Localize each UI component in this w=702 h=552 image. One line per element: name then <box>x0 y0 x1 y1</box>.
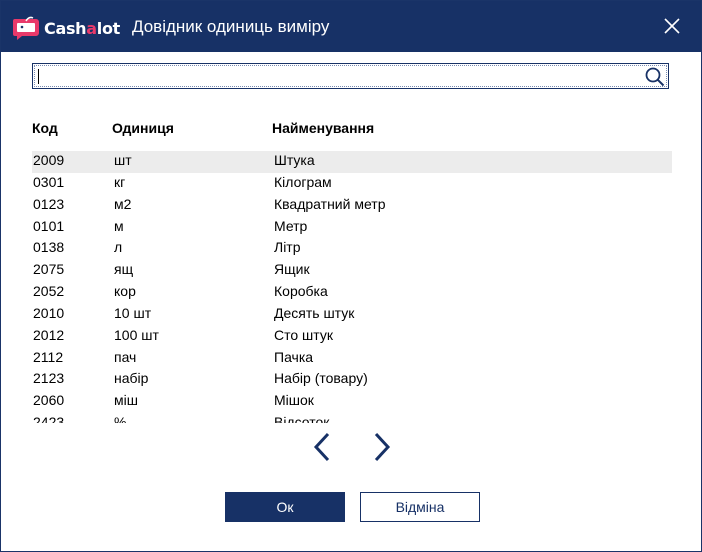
table-row[interactable]: 2075 ящ Ящик <box>32 260 672 282</box>
cell-unit: % <box>114 414 127 423</box>
table-header: Код Одиниця Найменування <box>1 120 701 138</box>
close-icon[interactable] <box>661 15 683 37</box>
table-row[interactable]: 2009 шт Штука <box>32 151 672 173</box>
cell-code: 2423 <box>33 414 65 423</box>
units-list[interactable]: 2009 шт Штука 0301 кг Кілограм 0123 м2 Квадрат… <box>32 151 672 423</box>
cell-unit: міш <box>114 392 138 409</box>
cancel-button[interactable]: Відміна <box>360 492 480 522</box>
cell-name: Набір (товару) <box>274 370 368 387</box>
cell-code: 2052 <box>33 283 65 300</box>
cell-name: Штука <box>274 152 315 168</box>
cell-name: Коробка <box>274 283 328 300</box>
cell-name: Сто штук <box>274 326 333 343</box>
cashalot-logo: Cashalot <box>12 14 120 42</box>
cashalot-logo-icon <box>13 16 39 40</box>
cell-unit: кор <box>114 283 136 300</box>
chevron-right-icon[interactable] <box>370 431 394 463</box>
cell-unit: пач <box>114 348 137 365</box>
text-caret <box>38 69 39 84</box>
cell-code: 0101 <box>33 217 65 234</box>
table-row[interactable]: 0123 м2 Квадратний метр <box>32 195 672 217</box>
dialog-title: Довідник одиниць виміру <box>132 17 330 36</box>
cell-name: Відсоток <box>274 414 330 423</box>
table-row[interactable]: 2112 пач Пачка <box>32 348 672 370</box>
cell-name: Мішок <box>274 392 314 409</box>
column-header-unit: Одиниця <box>112 120 174 136</box>
cell-name: Кілограм <box>274 173 332 190</box>
cell-unit: л <box>114 239 123 256</box>
cell-name: Пачка <box>274 348 314 365</box>
cell-unit: кг <box>114 173 126 190</box>
table-row[interactable]: 2123 набір Набір (товару) <box>32 369 672 391</box>
table-row[interactable]: 2012 100 шт Сто штук <box>32 326 672 348</box>
cell-code: 2010 <box>33 304 65 321</box>
cell-code: 2075 <box>33 261 65 278</box>
search-input[interactable] <box>37 66 637 86</box>
column-header-code: Код <box>32 120 58 136</box>
cell-name: Десять штук <box>274 304 355 321</box>
cell-code: 0123 <box>33 195 65 212</box>
search-icon[interactable] <box>644 66 666 88</box>
ok-button[interactable]: Ок <box>225 492 345 522</box>
cell-code: 2060 <box>33 392 65 409</box>
cell-unit: м <box>114 217 124 234</box>
table-row[interactable]: 0138 л Літр <box>32 238 672 260</box>
cell-code: 2009 <box>33 152 65 168</box>
cell-code: 0138 <box>33 239 65 256</box>
table-row[interactable]: 2052 кор Коробка <box>32 282 672 304</box>
cell-unit: 10 шт <box>114 304 152 321</box>
cell-name: Метр <box>274 217 308 234</box>
table-row[interactable]: 0301 кг Кілограм <box>32 173 672 195</box>
cell-name: Квадратний метр <box>274 195 386 212</box>
cell-code: 2012 <box>33 326 65 343</box>
table-row[interactable]: 2010 10 шт Десять штук <box>32 304 672 326</box>
cell-unit: набір <box>114 370 149 387</box>
cell-unit: 100 шт <box>114 326 159 343</box>
chevron-left-icon[interactable] <box>310 431 334 463</box>
table-row[interactable]: 2060 міш Мішок <box>32 391 672 413</box>
cell-name: Ящик <box>274 261 310 278</box>
cell-code: 0301 <box>33 173 65 190</box>
search-field[interactable] <box>32 63 669 89</box>
cell-code: 2112 <box>33 348 64 365</box>
cell-unit: ящ <box>114 261 134 278</box>
table-row[interactable]: 0101 м Метр <box>32 217 672 239</box>
logo-text: Cashalot <box>44 18 120 38</box>
cell-unit: шт <box>114 152 132 168</box>
cell-unit: м2 <box>114 195 132 212</box>
title-bar: Cashalot Довідник одиниць виміру <box>1 1 701 52</box>
dialog-window: Cashalot Довідник одиниць виміру Код Оди… <box>0 0 702 552</box>
column-header-name: Найменування <box>272 120 375 136</box>
table-row[interactable]: 2423% Відсоток <box>32 413 672 423</box>
cell-code: 2123 <box>33 370 65 387</box>
cell-name: Літр <box>274 239 301 256</box>
